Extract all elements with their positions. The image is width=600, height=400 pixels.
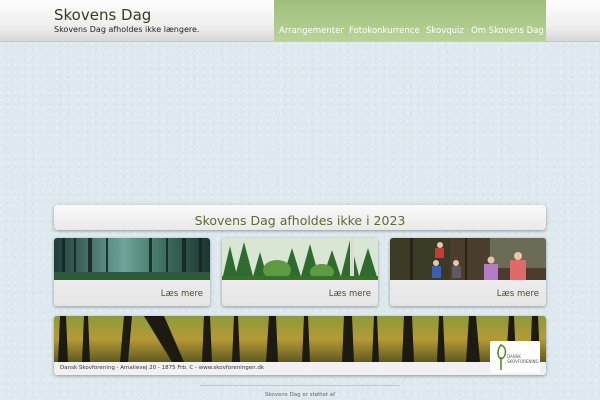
feature-card-2: Læs mere [222, 238, 378, 306]
footer-address: Dansk Skovforening - Amalievej 20 - 1875… [60, 365, 265, 371]
announcement-heading: Skovens Dag afholdes ikke i 2023 [194, 213, 406, 228]
nav-item-fotokonkurrence[interactable]: Fotokonkurrence [349, 26, 420, 36]
brand: Skovens Dag Skovens Dag afholdes ikke læ… [54, 6, 199, 35]
feature-card-1: Læs mere [54, 238, 210, 306]
nav-item-om-skovens-dag[interactable]: Om Skovens Dag [471, 26, 544, 36]
site-header: Skovens Dag Skovens Dag afholdes ikke læ… [0, 0, 600, 42]
read-more-link[interactable]: Læs mere [497, 289, 539, 299]
site-title[interactable]: Skovens Dag [54, 6, 199, 24]
green-forest-image[interactable] [222, 238, 378, 280]
nav-item-skovquiz[interactable]: Skovquiz [426, 26, 464, 36]
divider [200, 385, 400, 386]
footer-panel: DANSK SKOVFORENING Dansk Skovforening - … [54, 316, 546, 375]
nav-item-arrangementer[interactable]: Arrangementer [279, 26, 344, 36]
feature-card-3: Læs mere [390, 238, 546, 306]
read-more-link[interactable]: Læs mere [161, 289, 203, 299]
main-nav: Arrangementer Fotokonkurrence Skovquiz O… [274, 0, 546, 41]
read-more-link[interactable]: Læs mere [329, 289, 371, 299]
skovforening-logo[interactable]: DANSK SKOVFORENING [490, 341, 540, 373]
forest-footer-image [54, 316, 546, 362]
misty-forest-image[interactable] [54, 238, 210, 280]
announcement-banner: Skovens Dag afholdes ikke i 2023 [54, 205, 546, 230]
site-tagline: Skovens Dag afholdes ikke længere. [54, 25, 200, 34]
logo-text: DANSK SKOVFORENING [507, 354, 539, 364]
supported-by-text: Skovens Dag er støttet af [264, 392, 336, 398]
people-in-forest-image[interactable] [390, 238, 546, 280]
